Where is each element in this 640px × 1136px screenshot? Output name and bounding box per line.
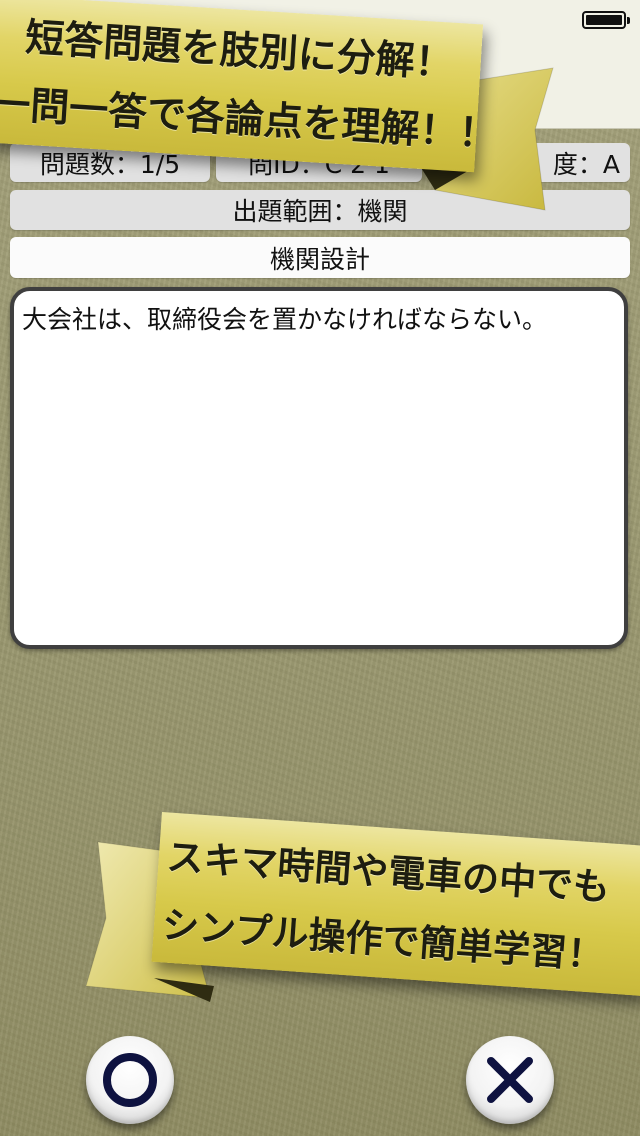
question-text: 大会社は、取締役会を置かなければならない。 [22,305,548,334]
cross-icon [487,1057,533,1103]
wrong-button[interactable] [466,1036,554,1124]
circle-icon [103,1053,157,1107]
top-banner-line1: 短答問題を肢別に分解！ [24,14,456,87]
subject-title: 機関設計 [10,237,630,278]
question-text-box: 大会社は、取締役会を置かなければならない。 [10,287,628,649]
bottom-banner-line2: シンプル操作で簡単学習！ [160,902,606,978]
correct-button[interactable] [86,1036,174,1124]
battery-full-icon [582,11,630,29]
